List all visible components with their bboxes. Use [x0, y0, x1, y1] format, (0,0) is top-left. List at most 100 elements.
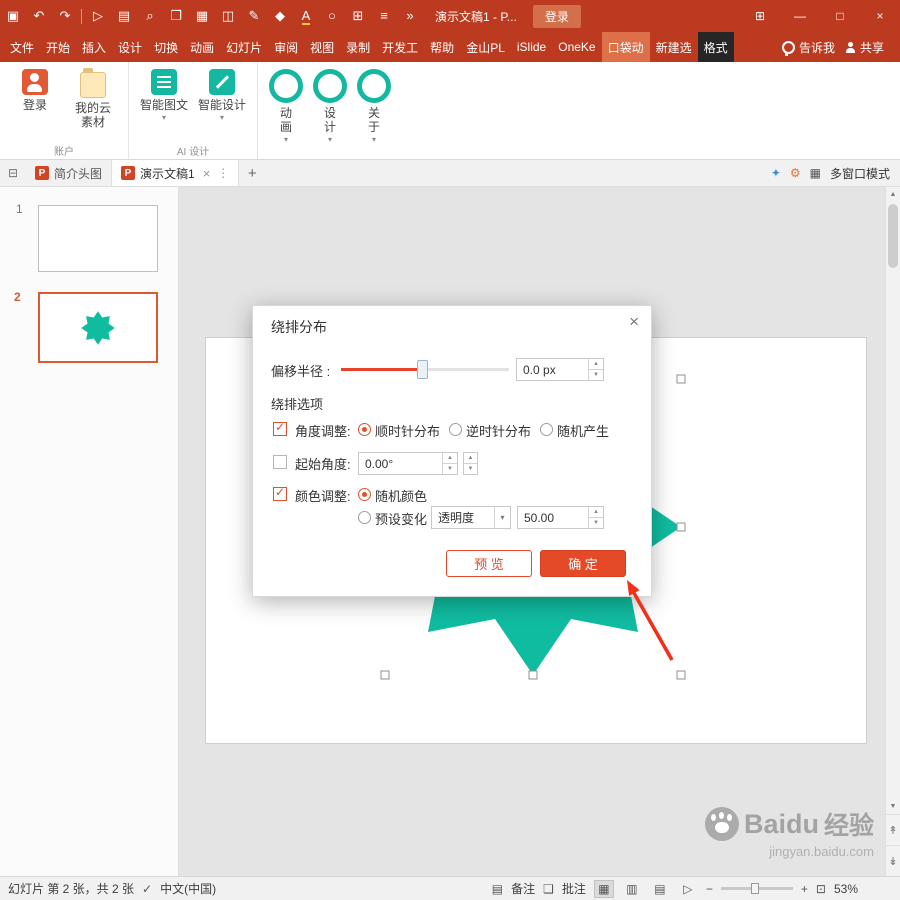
tell-me-button[interactable]: 告诉我	[799, 39, 835, 56]
document-tab-presentation1[interactable]: P 演示文稿1 × ⋮	[112, 160, 240, 186]
tab-islide[interactable]: iSlide	[511, 32, 552, 62]
tab-animations[interactable]: 动画	[184, 32, 220, 62]
slideshow-from-current-icon[interactable]: ▷	[85, 0, 111, 32]
ribbon-display-options-icon[interactable]: ⊞	[740, 0, 780, 32]
find-icon[interactable]: ⌕	[137, 0, 163, 32]
ribbon-login-label: 登录	[22, 98, 47, 112]
cloud-material-button[interactable]: 我的云素材	[66, 68, 120, 129]
offset-radius-stepper[interactable]: ▲ ▼	[588, 359, 603, 380]
zoom-slider-handle[interactable]	[750, 883, 759, 894]
close-button[interactable]: ×	[860, 0, 900, 32]
share-button[interactable]: 共享	[860, 39, 884, 56]
tab-developer[interactable]: 开发工	[376, 32, 424, 62]
smart-design-button[interactable]: 智能设计 ▾	[195, 69, 249, 122]
tab-wps[interactable]: 金山PL	[460, 32, 511, 62]
scroll-up-icon[interactable]: ▲	[886, 186, 900, 202]
slide-thumbnail-2[interactable]	[38, 292, 158, 363]
start-angle-inner-stepper[interactable]: ▲ ▼	[442, 453, 457, 474]
slideshow-view-icon[interactable]: ▷	[678, 880, 698, 898]
comments-button[interactable]: 批注	[562, 880, 586, 897]
notes-button[interactable]: 备注	[511, 880, 535, 897]
slide-sorter-icon[interactable]: ▥	[622, 880, 642, 898]
new-tab-button[interactable]: +	[239, 160, 265, 186]
preset-value-stepper[interactable]: ▲ ▼	[588, 507, 603, 528]
reading-view-icon[interactable]: ▤	[650, 880, 670, 898]
shape-icon[interactable]: ○	[319, 0, 345, 32]
random-color-radio[interactable]	[358, 488, 371, 501]
beautify-wand-icon[interactable]: ✦	[771, 166, 781, 180]
gear-icon[interactable]: ⚙	[790, 166, 801, 180]
tab-record[interactable]: 录制	[340, 32, 376, 62]
about-button[interactable]: 关于 ▾	[354, 69, 394, 144]
minimize-button[interactable]: —	[780, 0, 820, 32]
titlebar-login-button[interactable]: 登录	[532, 4, 581, 28]
preset-dropdown[interactable]: 透明度 ▾	[431, 506, 511, 529]
preset-value-input[interactable]: 50.00 ▲ ▼	[517, 506, 604, 529]
color-adjust-checkbox[interactable]	[273, 485, 287, 501]
preview-button[interactable]: 预 览	[446, 550, 532, 577]
tab-menu-icon[interactable]: ⋮	[217, 166, 229, 180]
tab-onekey[interactable]: OneKe	[552, 32, 601, 62]
chart-icon[interactable]: ◫	[215, 0, 241, 32]
save-icon[interactable]: ▣	[0, 0, 26, 32]
scrollbar-thumb[interactable]	[888, 204, 898, 268]
random-generate-radio[interactable]	[540, 423, 553, 436]
zoom-in-button[interactable]: +	[801, 882, 808, 896]
offset-radius-input[interactable]: 0.0 px ▲ ▼	[516, 358, 604, 381]
tab-transitions[interactable]: 切换	[148, 32, 184, 62]
counterclockwise-radio[interactable]	[449, 423, 462, 436]
tab-file[interactable]: 文件	[4, 32, 40, 62]
redo-icon[interactable]: ↷	[52, 0, 78, 32]
tab-slideshow[interactable]: 幻灯片	[220, 32, 268, 62]
slide-thumbnail-1[interactable]	[38, 205, 158, 272]
start-angle-checkbox[interactable]	[273, 455, 287, 469]
angle-adjust-checkbox[interactable]	[273, 420, 287, 436]
document-tab-intro[interactable]: P 简介头图	[26, 160, 113, 186]
tab-koudai-selected[interactable]: 口袋动	[601, 32, 650, 62]
multi-window-mode-button[interactable]: 多窗口模式	[830, 165, 890, 182]
pen-icon[interactable]: ✎	[241, 0, 267, 32]
symbol-icon[interactable]: ≡	[371, 0, 397, 32]
zoom-slider[interactable]	[720, 883, 793, 894]
undo-icon[interactable]: ↶	[26, 0, 52, 32]
copy-icon[interactable]: ❐	[163, 0, 189, 32]
preset-change-radio[interactable]	[358, 511, 371, 524]
smart-doc-button[interactable]: 智能图文 ▾	[137, 69, 191, 122]
more-commands-icon[interactable]: »	[397, 0, 423, 32]
new-slide-icon[interactable]: ▤	[111, 0, 137, 32]
zoom-percentage[interactable]: 53%	[834, 882, 858, 896]
tab-review[interactable]: 审阅	[268, 32, 304, 62]
previous-slide-button[interactable]: ↟	[886, 814, 900, 845]
tab-home[interactable]: 开始	[40, 32, 76, 62]
screenshot-icon[interactable]: ⊞	[345, 0, 371, 32]
ok-button[interactable]: 确 定	[540, 550, 626, 577]
scroll-down-icon[interactable]: ▼	[886, 798, 900, 814]
panel-toggle-icon[interactable]: ⊟	[0, 160, 26, 186]
language-indicator[interactable]: 中文(中国)	[160, 880, 216, 897]
animation-button[interactable]: 动画 ▾	[266, 69, 306, 144]
zoom-out-button[interactable]: −	[706, 882, 713, 896]
maximize-button[interactable]: □	[820, 0, 860, 32]
font-color-icon[interactable]: A	[293, 0, 319, 32]
tab-design[interactable]: 设计	[112, 32, 148, 62]
design-button[interactable]: 设计 ▾	[310, 69, 350, 144]
ribbon-login-button[interactable]: 登录	[8, 69, 62, 112]
tab-help[interactable]: 帮助	[424, 32, 460, 62]
slider-handle[interactable]	[417, 360, 428, 379]
ink-icon[interactable]: ◆	[267, 0, 293, 32]
tab-new-select[interactable]: 新建选	[650, 32, 698, 62]
tab-insert[interactable]: 插入	[76, 32, 112, 62]
dialog-close-icon[interactable]: ×	[629, 312, 639, 332]
tab-close-icon[interactable]: ×	[203, 166, 211, 181]
normal-view-icon[interactable]: ▦	[593, 879, 614, 898]
vertical-scrollbar[interactable]: ▲ ▼ ↟ ↡	[885, 186, 900, 876]
start-angle-input[interactable]: 0.00° ▲ ▼	[358, 452, 458, 475]
spell-check-icon[interactable]: ✓	[142, 882, 152, 896]
table-icon[interactable]: ▦	[189, 0, 215, 32]
fit-to-window-icon[interactable]: ⊡	[816, 882, 826, 896]
tab-view[interactable]: 视图	[304, 32, 340, 62]
clockwise-radio[interactable]	[358, 423, 371, 436]
next-slide-button[interactable]: ↡	[886, 845, 900, 876]
start-angle-stepper[interactable]: ▲ ▼	[463, 452, 478, 475]
tab-format[interactable]: 格式	[697, 32, 734, 62]
